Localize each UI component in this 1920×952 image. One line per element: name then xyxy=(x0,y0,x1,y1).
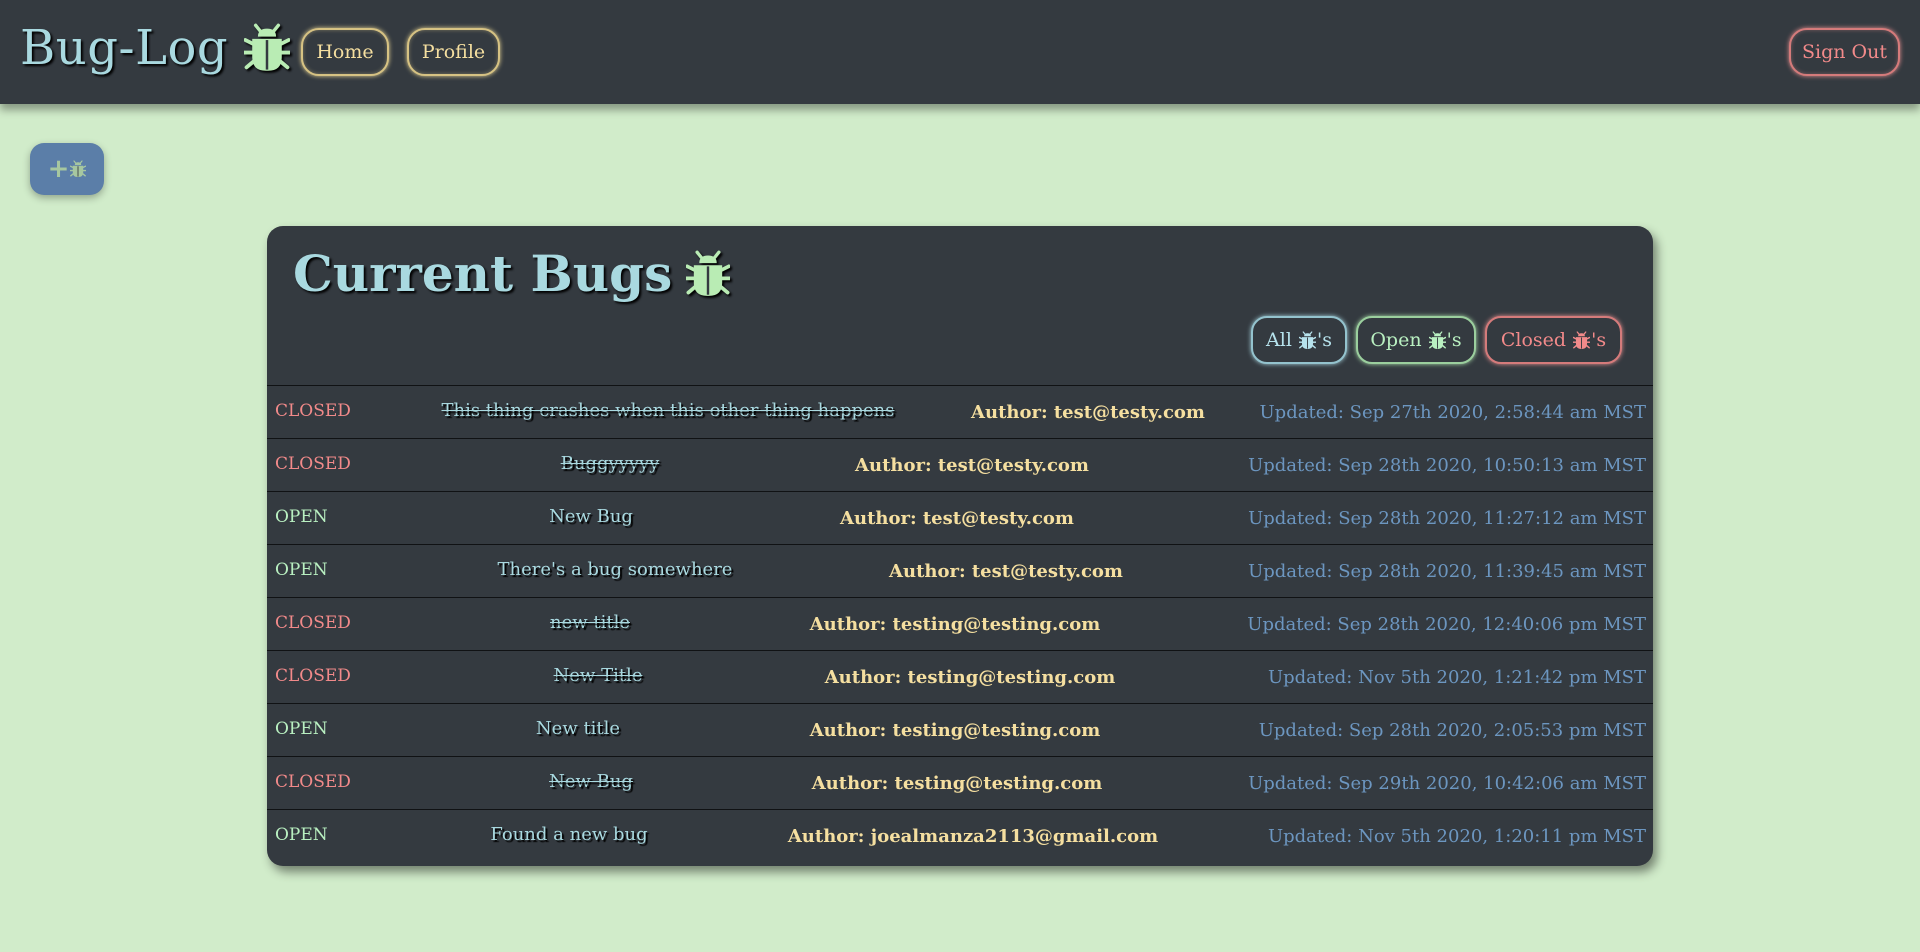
filter-closed-label: Closed xyxy=(1500,329,1567,351)
bug-updated: Updated: Sep 28th 2020, 11:27:12 am MST xyxy=(1248,508,1646,529)
bug-row[interactable]: CLOSED Buggyyyyy Author: test@testy.com … xyxy=(267,438,1653,491)
bug-author: Author: test@testy.com xyxy=(855,455,1089,476)
bug-row[interactable]: OPEN There's a bug somewhere Author: tes… xyxy=(267,544,1653,597)
bug-updated: Updated: Nov 5th 2020, 1:21:42 pm MST xyxy=(1267,667,1646,688)
current-bugs-card: Current Bugs All 's Open 's Closed 's CL… xyxy=(267,226,1653,866)
filter-suffix: 's xyxy=(1446,329,1462,351)
bug-status: CLOSED xyxy=(275,453,351,474)
bug-updated: Updated: Sep 28th 2020, 11:39:45 am MST xyxy=(1248,561,1646,582)
bug-icon xyxy=(686,250,730,298)
sign-out-button[interactable]: Sign Out xyxy=(1789,28,1900,76)
bug-title: new title xyxy=(549,612,631,633)
add-bug-button[interactable]: + xyxy=(30,143,104,195)
navbar: Bug-Log Home Profile Sign Out xyxy=(0,0,1920,104)
bug-icon xyxy=(70,160,86,178)
bug-title: New title xyxy=(535,718,621,739)
bug-author: Author: testing@testing.com xyxy=(809,720,1101,741)
bug-status: OPEN xyxy=(275,559,328,580)
bug-author: Author: testing@testing.com xyxy=(811,773,1103,794)
bug-list: CLOSED This thing crashes when this othe… xyxy=(267,385,1653,862)
bug-title: There's a bug somewhere xyxy=(497,559,733,580)
filter-suffix: 's xyxy=(1591,329,1607,351)
filter-closed-button[interactable]: Closed 's xyxy=(1485,316,1622,364)
brand[interactable]: Bug-Log xyxy=(20,18,290,78)
bug-updated: Updated: Sep 28th 2020, 10:50:13 am MST xyxy=(1248,455,1646,476)
bug-author: Author: test@testy.com xyxy=(971,402,1205,423)
bug-title: This thing crashes when this other thing… xyxy=(441,400,895,421)
bug-author: Author: joealmanza2113@gmail.com xyxy=(787,826,1159,847)
bug-updated: Updated: Sep 27th 2020, 2:58:44 am MST xyxy=(1259,402,1646,423)
bug-author: Author: testing@testing.com xyxy=(824,667,1116,688)
bug-title: New Bug xyxy=(549,506,633,527)
bug-icon xyxy=(1429,331,1446,350)
card-title: Current Bugs xyxy=(293,244,730,303)
filter-all-button[interactable]: All 's xyxy=(1251,316,1347,364)
bug-status: CLOSED xyxy=(275,612,351,633)
bug-status: CLOSED xyxy=(275,400,351,421)
filter-open-label: Open xyxy=(1370,329,1422,351)
bug-status: CLOSED xyxy=(275,665,351,686)
bug-author: Author: test@testy.com xyxy=(889,561,1123,582)
bug-row[interactable]: CLOSED New Bug Author: testing@testing.c… xyxy=(267,756,1653,809)
bug-title: New Bug xyxy=(549,771,633,792)
bug-row[interactable]: OPEN New title Author: testing@testing.c… xyxy=(267,703,1653,756)
bug-row[interactable]: OPEN New Bug Author: test@testy.com Upda… xyxy=(267,491,1653,544)
bug-row[interactable]: CLOSED This thing crashes when this othe… xyxy=(267,385,1653,438)
bug-icon xyxy=(244,23,290,73)
bug-row[interactable]: OPEN Found a new bug Author: joealmanza2… xyxy=(267,809,1653,862)
bug-updated: Updated: Nov 5th 2020, 1:20:11 pm MST xyxy=(1267,826,1646,847)
bug-row[interactable]: CLOSED new title Author: testing@testing… xyxy=(267,597,1653,650)
bug-updated: Updated: Sep 28th 2020, 12:40:06 pm MST xyxy=(1247,614,1646,635)
bug-icon xyxy=(1573,331,1590,350)
bug-status: OPEN xyxy=(275,824,328,845)
filter-all-label: All xyxy=(1266,329,1292,351)
home-button[interactable]: Home xyxy=(301,28,389,76)
bug-title: New Title xyxy=(553,665,643,686)
bug-updated: Updated: Sep 28th 2020, 2:05:53 pm MST xyxy=(1258,720,1646,741)
bug-row[interactable]: CLOSED New Title Author: testing@testing… xyxy=(267,650,1653,703)
bug-updated: Updated: Sep 29th 2020, 10:42:06 am MST xyxy=(1248,773,1646,794)
card-title-text: Current Bugs xyxy=(293,244,673,303)
bug-status: OPEN xyxy=(275,718,328,739)
bug-status: OPEN xyxy=(275,506,328,527)
filter-suffix: 's xyxy=(1316,329,1332,351)
brand-title: Bug-Log xyxy=(20,20,229,76)
profile-button[interactable]: Profile xyxy=(407,28,500,76)
plus-icon: + xyxy=(47,154,70,184)
filter-open-button[interactable]: Open 's xyxy=(1356,316,1476,364)
bug-icon xyxy=(1299,331,1316,350)
bug-title: Buggyyyyy xyxy=(560,453,660,474)
bug-status: CLOSED xyxy=(275,771,351,792)
bug-author: Author: test@testy.com xyxy=(840,508,1074,529)
bug-title: Found a new bug xyxy=(490,824,648,845)
bug-author: Author: testing@testing.com xyxy=(809,614,1101,635)
